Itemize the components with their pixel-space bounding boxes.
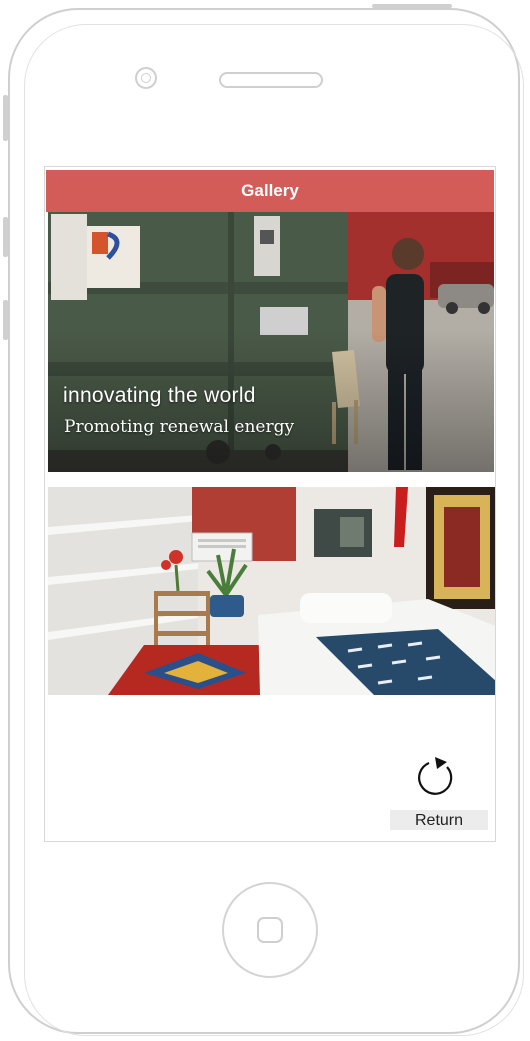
gallery-header: Gallery [46,170,494,212]
earpiece-speaker [219,72,323,88]
front-camera-icon [135,67,157,89]
slide-subtitle: Promoting renewal energy [64,417,295,437]
gallery-slide-2[interactable] [48,487,495,695]
bedroom-photo [48,487,495,695]
page: Gallery innovating the world Promoting r… [0,0,530,1041]
app-screen: Gallery innovating the world Promoting r… [44,166,496,842]
gallery-slide-1[interactable]: innovating the world Promoting renewal e… [48,212,494,472]
slide-title: innovating the world [63,384,256,407]
home-button [222,882,318,978]
return-button[interactable]: Return [390,810,488,830]
refresh-arrow-icon[interactable] [415,753,459,801]
